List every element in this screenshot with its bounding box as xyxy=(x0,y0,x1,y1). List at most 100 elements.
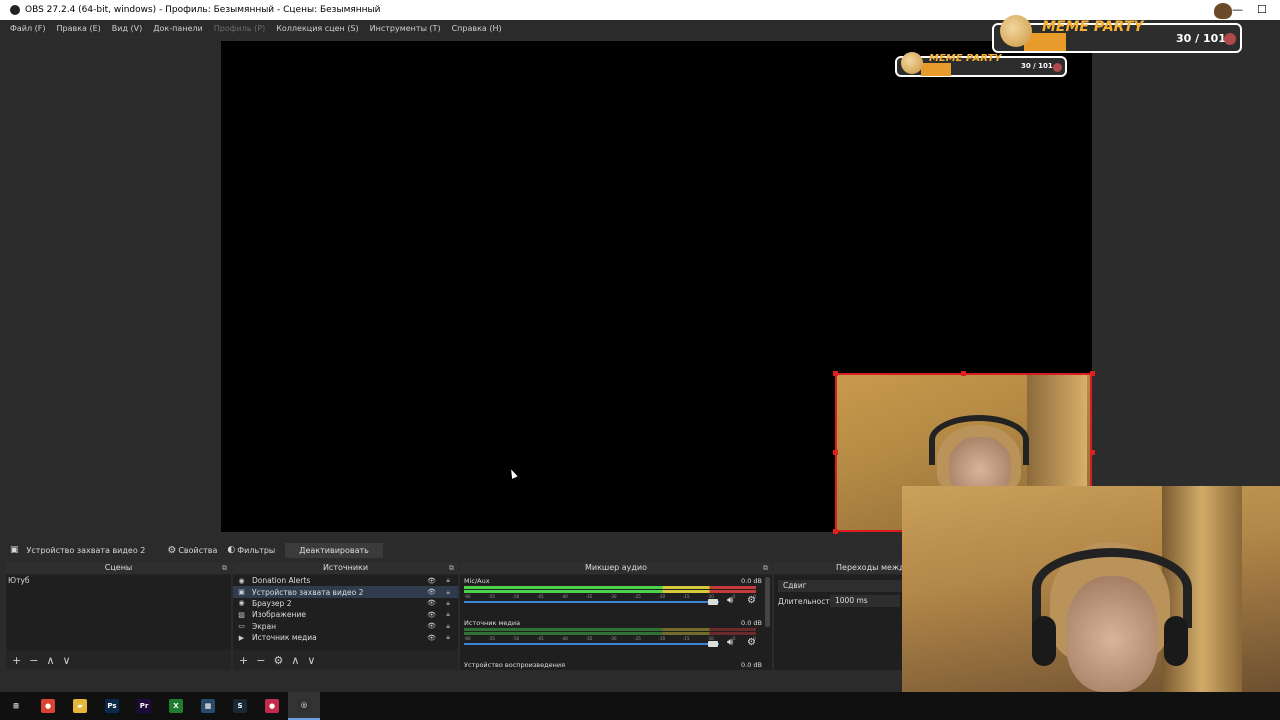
lock-icon[interactable]: 🔒︎ xyxy=(446,622,450,631)
menu-edit[interactable]: Правка (E) xyxy=(57,24,101,33)
meter-tick-label: -40 xyxy=(561,594,568,599)
source-item[interactable]: ▣ Устройство захвата видео 2 👁︎ 🔒︎ xyxy=(233,586,458,598)
visibility-eye-icon[interactable]: 👁︎ xyxy=(427,588,436,596)
menu-scene-collection[interactable]: Коллекция сцен (S) xyxy=(276,24,358,33)
taskbar-app[interactable]: Pr xyxy=(128,692,160,720)
speaker-icon[interactable]: 🔊︎ xyxy=(727,637,733,648)
maximize-button[interactable]: ☐ xyxy=(1257,3,1267,16)
source-item[interactable]: ▭ Экран 👁︎ 🔒︎ xyxy=(233,621,458,632)
resize-handle-tr[interactable] xyxy=(1090,371,1095,376)
volume-meter xyxy=(464,590,756,593)
remove-scene-button[interactable]: − xyxy=(29,654,38,667)
undock-icon[interactable]: ⧉ xyxy=(763,562,768,574)
camera-icon: ▣ xyxy=(238,588,245,597)
visibility-eye-icon[interactable]: 👁︎ xyxy=(427,622,436,630)
scene-item[interactable]: Ютуб xyxy=(6,575,231,586)
meme-party-widget-large: MEME PARTY 30 / 101 xyxy=(992,15,1242,53)
duration-input[interactable]: 1000 ms xyxy=(830,595,900,607)
taskbar-app[interactable]: ▦ xyxy=(192,692,224,720)
lock-icon[interactable]: 🔒︎ xyxy=(446,599,450,608)
volume-meter xyxy=(464,632,756,635)
volume-slider[interactable] xyxy=(464,601,719,603)
lock-icon[interactable]: 🔒︎ xyxy=(446,576,450,585)
transition-type-select[interactable]: Сдвиг xyxy=(778,580,902,592)
sources-title-text: Источники xyxy=(322,563,369,572)
source-toolbar: ▣ Устройство захвата видео 2 ⚙ Свойства … xyxy=(0,540,902,560)
source-properties-button[interactable]: ⚙ xyxy=(273,654,283,667)
lock-icon[interactable]: 🔒︎ xyxy=(446,633,450,642)
move-scene-down-button[interactable]: ∨ xyxy=(63,654,71,667)
scenes-title-text: Сцены xyxy=(104,563,133,572)
menu-view[interactable]: Вид (V) xyxy=(112,24,142,33)
taskbar-app[interactable]: ▰ xyxy=(64,692,96,720)
move-source-up-button[interactable]: ∧ xyxy=(291,654,299,667)
meter-tick-label: -60 xyxy=(464,636,471,641)
menu-profile: Профиль (P) xyxy=(213,23,266,33)
source-item[interactable]: ▶ Источник медиа 👁︎ 🔒︎ xyxy=(233,632,458,643)
taskbar-app[interactable]: S xyxy=(224,692,256,720)
source-item[interactable]: ▨ Изображение 👁︎ 🔒︎ xyxy=(233,609,458,620)
add-source-button[interactable]: + xyxy=(239,654,248,667)
earcup-right xyxy=(1164,616,1188,666)
source-item[interactable]: ◉ Браузер 2 👁︎ 🔒︎ xyxy=(233,598,458,609)
camera-icon: ▣ xyxy=(10,545,19,555)
gear-icon[interactable]: ⚙ xyxy=(747,595,756,606)
undock-icon[interactable]: ⧉ xyxy=(449,562,454,574)
undock-icon[interactable]: ⧉ xyxy=(222,562,227,574)
remove-source-button[interactable]: − xyxy=(256,654,265,667)
meter-tick-label: -25 xyxy=(634,594,641,599)
taskbar-app[interactable]: Ps xyxy=(96,692,128,720)
taskbar-app[interactable]: ● xyxy=(32,692,64,720)
file-explorer-icon: ▰ xyxy=(73,699,87,713)
lock-icon[interactable]: 🔒︎ xyxy=(446,588,450,597)
volume-slider[interactable] xyxy=(464,643,719,645)
gear-icon[interactable]: ⚙ xyxy=(747,637,756,648)
move-scene-up-button[interactable]: ∧ xyxy=(46,654,54,667)
move-source-down-button[interactable]: ∨ xyxy=(307,654,315,667)
volume-slider-knob[interactable] xyxy=(708,599,718,605)
monitor-icon: ▭ xyxy=(238,622,245,631)
minimize-button[interactable]: — xyxy=(1232,3,1243,16)
menu-tools[interactable]: Инструменты (T) xyxy=(370,24,441,33)
resize-handle-tl[interactable] xyxy=(833,371,838,376)
channel-db: 0.0 dB xyxy=(741,619,762,627)
visibility-eye-icon[interactable]: 👁︎ xyxy=(427,577,436,585)
meme-party-widget-small: MEME PARTY 30 / 101 xyxy=(895,52,1067,77)
visibility-eye-icon[interactable]: 👁︎ xyxy=(427,634,436,642)
mixer-scrollbar[interactable] xyxy=(765,577,770,627)
menu-help[interactable]: Справка (H) xyxy=(452,24,502,33)
channel-db: 0.0 dB xyxy=(741,577,762,585)
obs-icon: ◎ xyxy=(297,698,311,712)
source-item[interactable]: ◉ Donation Alerts 👁︎ 🔒︎ xyxy=(233,575,458,586)
meter-tick-label: -50 xyxy=(512,594,520,599)
deactivate-button[interactable]: Деактивировать xyxy=(285,542,383,558)
taskbar-app[interactable]: X xyxy=(160,692,192,720)
audio-mixer-dock: Микшер аудио ⧉ Mic/Aux 0.0 dB -60 -55 -50 -… xyxy=(460,562,772,670)
resize-handle-mr[interactable] xyxy=(1090,450,1095,455)
lock-icon[interactable]: 🔒︎ xyxy=(446,610,450,619)
filters-button[interactable]: ◐ Фильтры xyxy=(227,545,275,555)
menu-file[interactable]: Файл (F) xyxy=(10,24,46,33)
taskbar-app[interactable]: ⊞ xyxy=(0,692,32,720)
windows-taskbar: ⊞ ● ▰ Ps Pr X ▦ S ● ◎ xyxy=(0,692,1280,720)
visibility-eye-icon[interactable]: 👁︎ xyxy=(427,611,436,619)
mixer-channel-mic: Mic/Aux 0.0 dB -60 -55 -50 -45 -40 -35 -30 -25 -… xyxy=(464,577,762,617)
meter-tick-label: -55 xyxy=(488,594,495,599)
resize-handle-tm[interactable] xyxy=(961,371,966,376)
source-item-label: Источник медиа xyxy=(252,633,317,643)
volume-slider-knob[interactable] xyxy=(708,641,718,647)
add-scene-button[interactable]: + xyxy=(12,654,21,667)
visibility-eye-icon[interactable]: 👁︎ xyxy=(427,599,436,607)
doge-small-icon xyxy=(901,52,923,74)
taskbar-app[interactable]: ◎ xyxy=(288,692,320,720)
resize-handle-bl[interactable] xyxy=(833,529,838,534)
globe-icon: ◉ xyxy=(238,576,245,585)
resize-handle-ml[interactable] xyxy=(833,450,838,455)
taskbar-app[interactable]: ● xyxy=(256,692,288,720)
meme-party-count: 30 / 101 xyxy=(1176,32,1226,45)
status-bar xyxy=(0,672,902,690)
menu-docks[interactable]: Док-панели xyxy=(153,24,202,33)
source-item-label: Donation Alerts xyxy=(252,576,311,586)
properties-button[interactable]: ⚙ Свойства xyxy=(167,545,217,556)
speaker-icon[interactable]: 🔊︎ xyxy=(727,595,733,606)
